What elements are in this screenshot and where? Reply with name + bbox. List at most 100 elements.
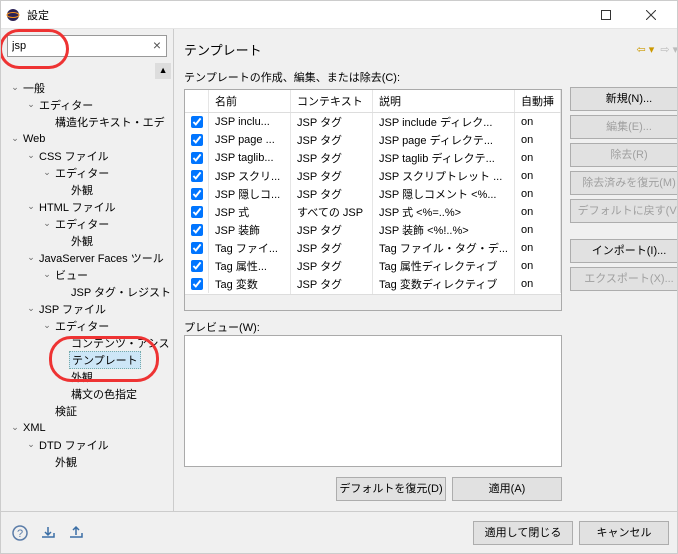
tree-item-label: 外観 [69,369,95,385]
tree-item[interactable]: 外観 [1,368,173,385]
row-checkbox[interactable] [191,152,203,164]
chevron-down-icon: ⌄ [25,252,37,263]
row-checkbox[interactable] [191,188,203,200]
cell-name: JSP inclu... [209,113,291,131]
row-checkbox[interactable] [191,134,203,146]
apply-close-button[interactable]: 適用して閉じる [473,521,573,545]
chevron-down-icon: ⌄ [41,218,53,229]
forward-icon[interactable]: ⇨ ▾ [660,43,677,56]
revert-button[interactable]: デフォルトに戻す(V) [570,199,677,223]
chevron-down-icon: ⌄ [41,167,53,178]
tree-item[interactable]: 外観 [1,232,173,249]
tree-item-label: 構造化テキスト・エデ [53,114,167,130]
scroll-up-icon[interactable]: ▲ [155,63,171,79]
filter-input[interactable] [7,35,167,57]
right-panel: テンプレート ⇦ ▾ ⇨ ▾ ⁞ テンプレートの作成、編集、または除去(C): … [174,29,677,511]
new-button[interactable]: 新規(N)... [570,87,677,111]
row-checkbox[interactable] [191,260,203,272]
tree-item[interactable]: JSP タグ・レジスト [1,283,173,300]
eclipse-icon [5,7,21,23]
tree-item-label: DTD ファイル [37,437,111,453]
tree-item[interactable]: ⌄エディター [1,96,173,113]
row-checkbox[interactable] [191,224,203,236]
tree-item[interactable]: ⌄一般 [1,79,173,96]
chevron-down-icon: ⌄ [41,269,53,280]
tree-item-label: エディター [53,318,111,334]
restore-defaults-button[interactable]: デフォルトを復元(D) [336,477,446,501]
col-auto[interactable]: 自動挿 [515,90,561,112]
import-button[interactable]: インポート(I)... [570,239,677,263]
row-checkbox[interactable] [191,242,203,254]
tree-item-label: 一般 [21,80,47,96]
clear-filter-icon[interactable]: × [153,37,161,53]
tree-item[interactable]: ⌄エディター [1,317,173,334]
cell-auto: on [515,185,561,203]
tree-item[interactable]: 検証 [1,402,173,419]
tree-item[interactable]: 外観 [1,181,173,198]
tree-item[interactable]: コンテンツ・アシス [1,334,173,351]
left-panel: × ▲ ⌄一般⌄エディター構造化テキスト・エデ⌄Web⌄CSS ファイル⌄エディ… [1,29,174,511]
restore-removed-button[interactable]: 除去済みを復元(M) [570,171,677,195]
tree-item[interactable]: ⌄JavaServer Faces ツール [1,249,173,266]
page-title: テンプレート [184,40,636,59]
apply-button[interactable]: 適用(A) [452,477,562,501]
tree-item-label: エディター [53,165,111,181]
maximize-button[interactable] [583,1,628,29]
remove-button[interactable]: 除去(R) [570,143,677,167]
tree-item-label: JavaServer Faces ツール [37,250,166,266]
horizontal-scrollbar[interactable] [185,294,561,310]
tree-item-label: 外観 [69,182,95,198]
cell-context: JSP タグ [291,273,373,294]
table-row[interactable]: Tag 変数JSP タグTag 変数ディレクティブon [185,275,561,293]
tree-item[interactable]: ⌄DTD ファイル [1,436,173,453]
preference-tree[interactable]: ▲ ⌄一般⌄エディター構造化テキスト・エデ⌄Web⌄CSS ファイル⌄エディター… [1,61,173,511]
preview-area [184,335,562,467]
tree-item[interactable]: ⌄エディター [1,215,173,232]
tree-item-label: 構文の色指定 [69,386,139,402]
col-name[interactable]: 名前 [209,90,291,112]
tree-item[interactable]: ⌄Web [1,130,173,147]
close-button[interactable] [628,1,673,29]
chevron-down-icon: ⌄ [9,82,21,93]
tree-item-label: Web [21,133,47,145]
tree-item[interactable]: ⌄CSS ファイル [1,147,173,164]
svg-text:?: ? [17,528,23,540]
export-prefs-icon[interactable] [65,522,87,544]
row-checkbox[interactable] [191,206,203,218]
row-checkbox[interactable] [191,170,203,182]
edit-button[interactable]: 編集(E)... [570,115,677,139]
back-icon[interactable]: ⇦ ▾ [637,43,655,56]
cancel-button[interactable]: キャンセル [579,521,669,545]
tree-item-label: JSP ファイル [37,301,108,317]
help-icon[interactable]: ? [9,522,31,544]
tree-item-label: 検証 [53,403,79,419]
export-button[interactable]: エクスポート(X)... [570,267,677,291]
cell-name: Tag 変数 [209,273,291,294]
chevron-down-icon: ⌄ [25,99,37,110]
tree-item[interactable]: ⌄JSP ファイル [1,300,173,317]
cell-auto: on [515,203,561,221]
tree-item[interactable]: ⌄ビュー [1,266,173,283]
chevron-down-icon: ⌄ [25,303,37,314]
tree-item-label: 外観 [69,233,95,249]
tree-item-label: XML [21,422,48,434]
tree-item[interactable]: ⌄HTML ファイル [1,198,173,215]
row-checkbox[interactable] [191,278,203,290]
col-desc[interactable]: 説明 [373,90,515,112]
tree-item[interactable]: ⌄エディター [1,164,173,181]
tree-item[interactable]: 構造化テキスト・エデ [1,113,173,130]
tree-item-label: テンプレート [69,351,141,369]
template-table[interactable]: 名前 コンテキスト 説明 自動挿 JSP inclu...JSP タグJSP i… [184,89,562,311]
tree-item[interactable]: テンプレート [1,351,173,368]
tree-item[interactable]: 外観 [1,453,173,470]
tree-item-label: エディター [37,97,95,113]
table-label: テンプレートの作成、編集、または除去(C): [184,69,562,85]
tree-item[interactable]: ⌄XML [1,419,173,436]
preview-label: プレビュー(W): [184,319,562,335]
import-prefs-icon[interactable] [37,522,59,544]
row-checkbox[interactable] [191,116,203,128]
tree-item[interactable]: 構文の色指定 [1,385,173,402]
tree-item-label: JSP タグ・レジスト [69,284,173,300]
cell-auto: on [515,149,561,167]
col-context[interactable]: コンテキスト [291,90,373,112]
